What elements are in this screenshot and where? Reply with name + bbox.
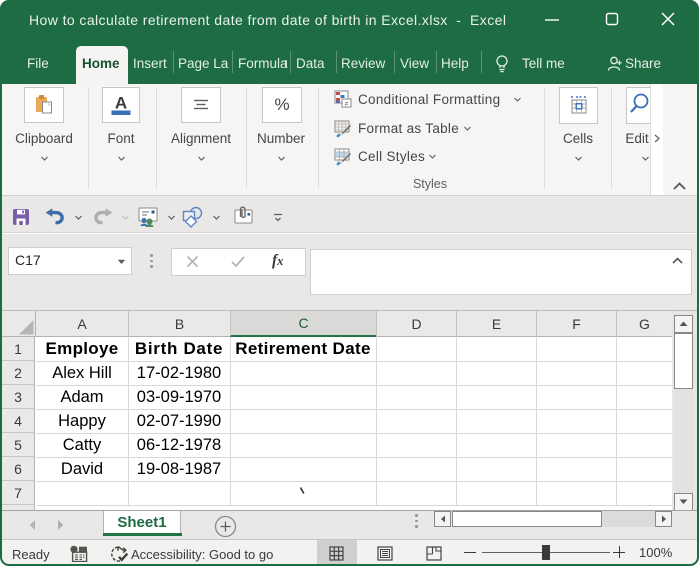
svg-text:A: A (115, 94, 127, 113)
